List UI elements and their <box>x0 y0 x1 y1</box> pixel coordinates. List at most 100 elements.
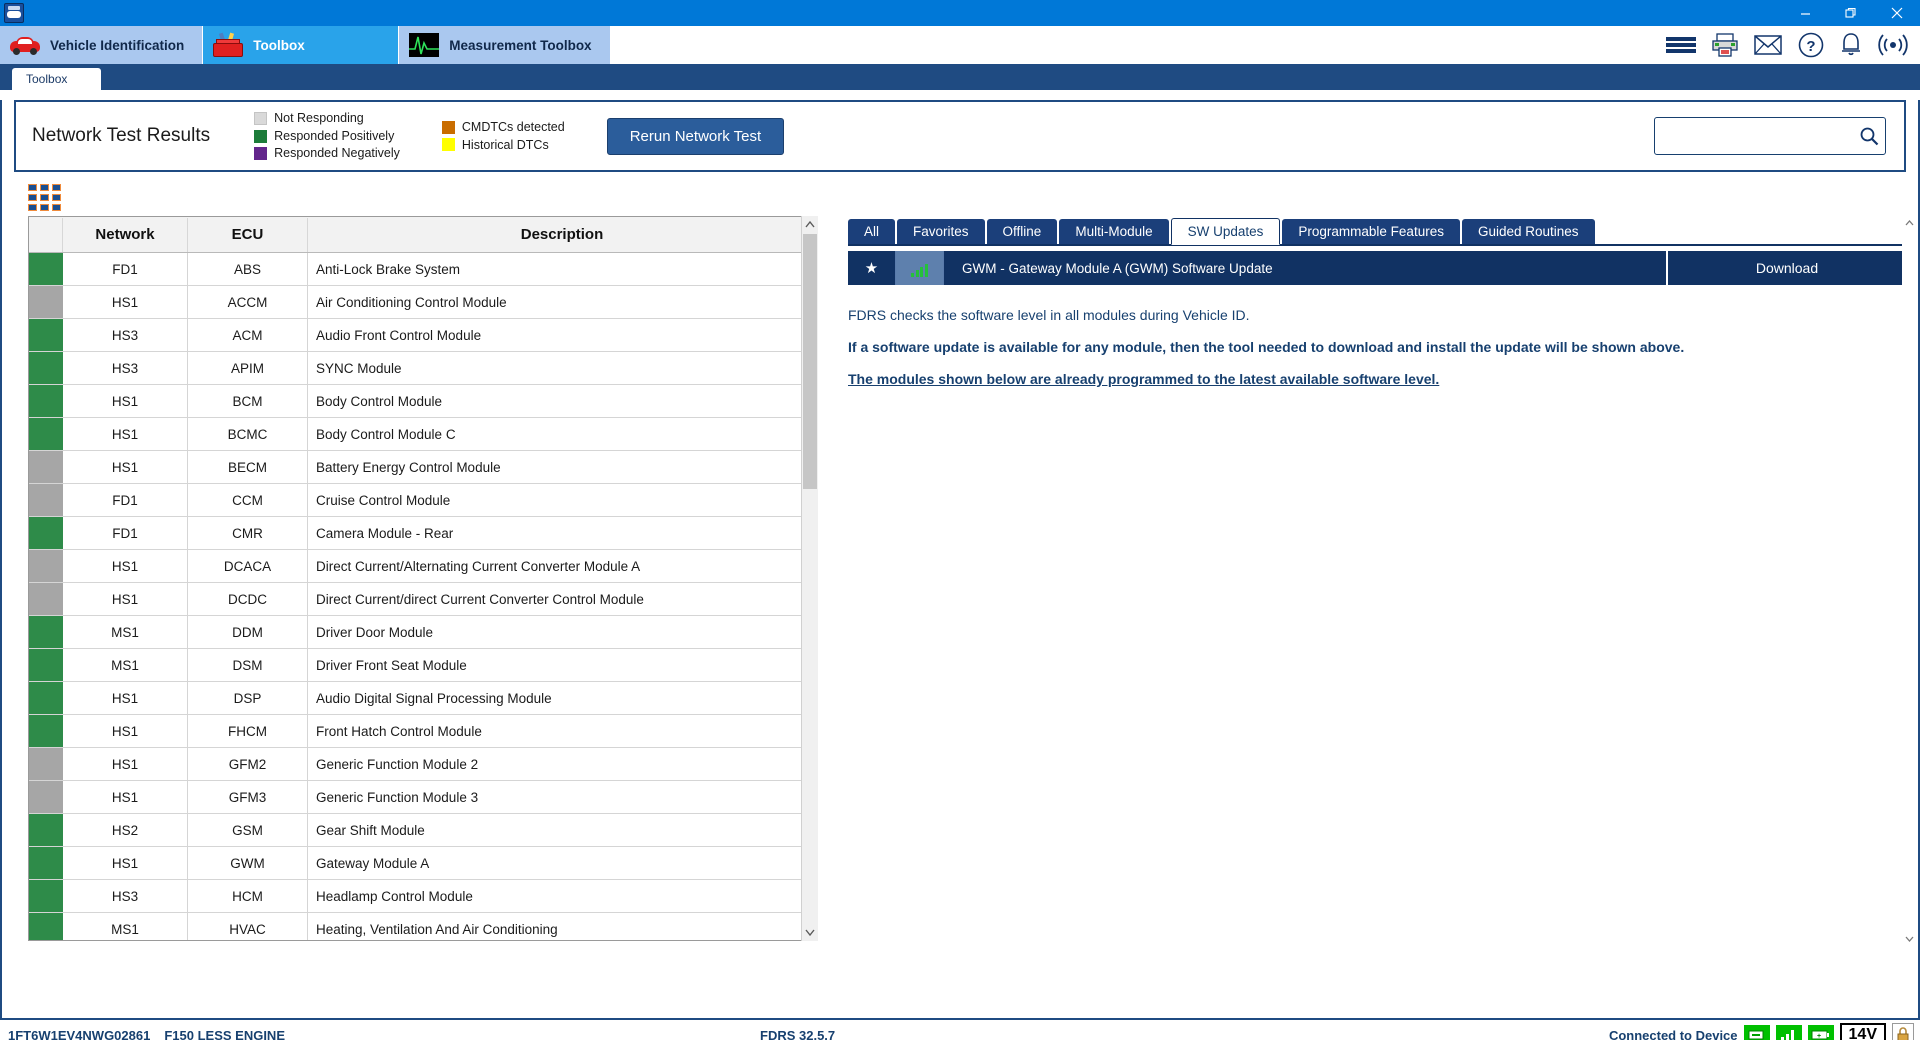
row-status-swatch <box>29 319 63 351</box>
table-row[interactable]: HS1BCMBody Control Module <box>29 385 817 418</box>
row-ecu: APIM <box>188 352 308 384</box>
favorite-star-icon[interactable]: ★ <box>848 251 896 285</box>
menu-icon[interactable] <box>1666 35 1696 55</box>
content-area: Network Test Results Not Responding Resp… <box>0 100 1920 1018</box>
column-header-ecu: ECU <box>188 218 308 252</box>
table-row[interactable]: MS1DDMDriver Door Module <box>29 616 817 649</box>
grid-view-icon[interactable] <box>28 184 62 210</box>
row-status-swatch <box>29 286 63 318</box>
row-description: Air Conditioning Control Module <box>308 286 817 318</box>
right-scroll-up-arrow-icon[interactable] <box>1902 216 1916 230</box>
table-row[interactable]: HS1FHCMFront Hatch Control Module <box>29 715 817 748</box>
table-row[interactable]: FD1CCMCruise Control Module <box>29 484 817 517</box>
right-tab-multi-module[interactable]: Multi-Module <box>1059 219 1168 245</box>
table-row[interactable]: HS1BECMBattery Energy Control Module <box>29 451 817 484</box>
row-ecu: BCM <box>188 385 308 417</box>
table-row[interactable]: FD1ABSAnti-Lock Brake System <box>29 253 817 286</box>
printer-icon[interactable] <box>1712 33 1738 57</box>
search-box[interactable] <box>1654 117 1886 155</box>
help-icon[interactable]: ? <box>1798 32 1824 58</box>
search-input[interactable] <box>1655 118 1853 154</box>
close-button[interactable] <box>1874 0 1920 26</box>
right-pane-scrollbar[interactable] <box>1902 216 1916 946</box>
table-row[interactable]: HS1BCMCBody Control Module C <box>29 418 817 451</box>
download-button[interactable]: Download <box>1668 251 1906 285</box>
scroll-thumb[interactable] <box>803 234 817 489</box>
scroll-up-arrow-icon[interactable] <box>802 216 818 233</box>
nav-tab-toolbox[interactable]: Toolbox <box>203 26 399 64</box>
row-ecu: GFM3 <box>188 781 308 813</box>
row-network: HS1 <box>63 715 188 747</box>
right-tab-all[interactable]: All <box>848 219 895 245</box>
scroll-down-arrow-icon[interactable] <box>802 924 818 941</box>
broadcast-icon[interactable] <box>1878 33 1908 57</box>
right-scroll-down-arrow-icon[interactable] <box>1902 932 1916 946</box>
table-row[interactable]: HS3HCMHeadlamp Control Module <box>29 880 817 913</box>
row-status-swatch <box>29 814 63 846</box>
row-description: SYNC Module <box>308 352 817 384</box>
rerun-network-test-button[interactable]: Rerun Network Test <box>607 118 784 155</box>
row-description: Anti-Lock Brake System <box>308 253 817 285</box>
row-description: Audio Digital Signal Processing Module <box>308 682 817 714</box>
row-network: FD1 <box>63 484 188 516</box>
search-icon[interactable] <box>1853 126 1885 146</box>
right-tab-guided-routines[interactable]: Guided Routines <box>1462 219 1595 245</box>
title-bar <box>0 0 1920 26</box>
row-description: Front Hatch Control Module <box>308 715 817 747</box>
mail-icon[interactable] <box>1754 35 1782 55</box>
table-row[interactable]: MS1HVACHeating, Ventilation And Air Cond… <box>29 913 817 940</box>
table-row[interactable]: HS1DCDCDirect Current/direct Current Con… <box>29 583 817 616</box>
row-status-swatch <box>29 352 63 384</box>
table-row[interactable]: HS1DSPAudio Digital Signal Processing Mo… <box>29 682 817 715</box>
maximize-button[interactable] <box>1828 0 1874 26</box>
row-description: Heating, Ventilation And Air Conditionin… <box>308 913 817 940</box>
toolbox-icon <box>213 33 243 57</box>
right-tab-programmable-features[interactable]: Programmable Features <box>1282 219 1460 245</box>
table-row[interactable]: HS3ACMAudio Front Control Module <box>29 319 817 352</box>
table-row[interactable]: HS1DCACADirect Current/Alternating Curre… <box>29 550 817 583</box>
table-row[interactable]: HS1GFM3Generic Function Module 3 <box>29 781 817 814</box>
row-ecu: ACM <box>188 319 308 351</box>
row-network: HS1 <box>63 847 188 879</box>
nav-tab-label: Vehicle Identification <box>50 38 184 53</box>
table-row[interactable]: HS1GWMGateway Module A <box>29 847 817 880</box>
right-tab-offline[interactable]: Offline <box>987 219 1058 245</box>
sub-tab-label: Toolbox <box>26 72 67 86</box>
row-status-swatch <box>29 517 63 549</box>
table-body: FD1ABSAnti-Lock Brake SystemHS1ACCMAir C… <box>29 253 817 940</box>
nav-tab-label: Measurement Toolbox <box>449 38 591 53</box>
nav-tab-vehicle-identification[interactable]: Vehicle Identification <box>0 26 203 64</box>
table-row[interactable]: MS1DSMDriver Front Seat Module <box>29 649 817 682</box>
vci-icon <box>1744 1025 1770 1040</box>
table-row[interactable]: HS1GFM2Generic Function Module 2 <box>29 748 817 781</box>
minimize-button[interactable] <box>1782 0 1828 26</box>
right-tab-strip: AllFavoritesOfflineMulti-ModuleSW Update… <box>848 216 1906 246</box>
software-update-row[interactable]: ★ GWM - Gateway Module A (GWM) Software … <box>848 251 1906 285</box>
row-description: Body Control Module C <box>308 418 817 450</box>
row-network: HS1 <box>63 748 188 780</box>
table-row[interactable]: FD1CMRCamera Module - Rear <box>29 517 817 550</box>
table-vertical-scrollbar[interactable] <box>801 216 818 941</box>
table-row[interactable]: HS1ACCMAir Conditioning Control Module <box>29 286 817 319</box>
row-status-swatch <box>29 913 63 940</box>
legend-item: Historical DTCs <box>442 138 565 152</box>
vehicle-info: 1FT6W1EV4NWG02861 F150 LESS ENGINE <box>8 1028 285 1040</box>
row-network: HS1 <box>63 583 188 615</box>
right-tab-favorites[interactable]: Favorites <box>897 219 985 245</box>
network-test-results-panel: Network Test Results Not Responding Resp… <box>14 100 1906 172</box>
nav-tab-measurement-toolbox[interactable]: Measurement Toolbox <box>399 26 610 64</box>
lock-icon[interactable] <box>1892 1023 1914 1040</box>
row-description: Direct Current/Alternating Current Conve… <box>308 550 817 582</box>
table-row[interactable]: HS2GSMGear Shift Module <box>29 814 817 847</box>
right-tab-sw-updates[interactable]: SW Updates <box>1171 218 1281 246</box>
row-network: HS1 <box>63 418 188 450</box>
sub-tab-toolbox[interactable]: Toolbox <box>12 68 101 90</box>
svg-text:+: + <box>1816 1033 1820 1040</box>
info-line-2: If a software update is available for an… <box>848 339 1906 355</box>
row-network: HS3 <box>63 880 188 912</box>
table-row[interactable]: HS3APIMSYNC Module <box>29 352 817 385</box>
signal-bars-icon <box>1776 1025 1802 1040</box>
notification-bell-icon[interactable] <box>1840 32 1862 58</box>
row-network: HS3 <box>63 319 188 351</box>
legend-column-right: CMDTCs detected Historical DTCs <box>442 120 565 152</box>
